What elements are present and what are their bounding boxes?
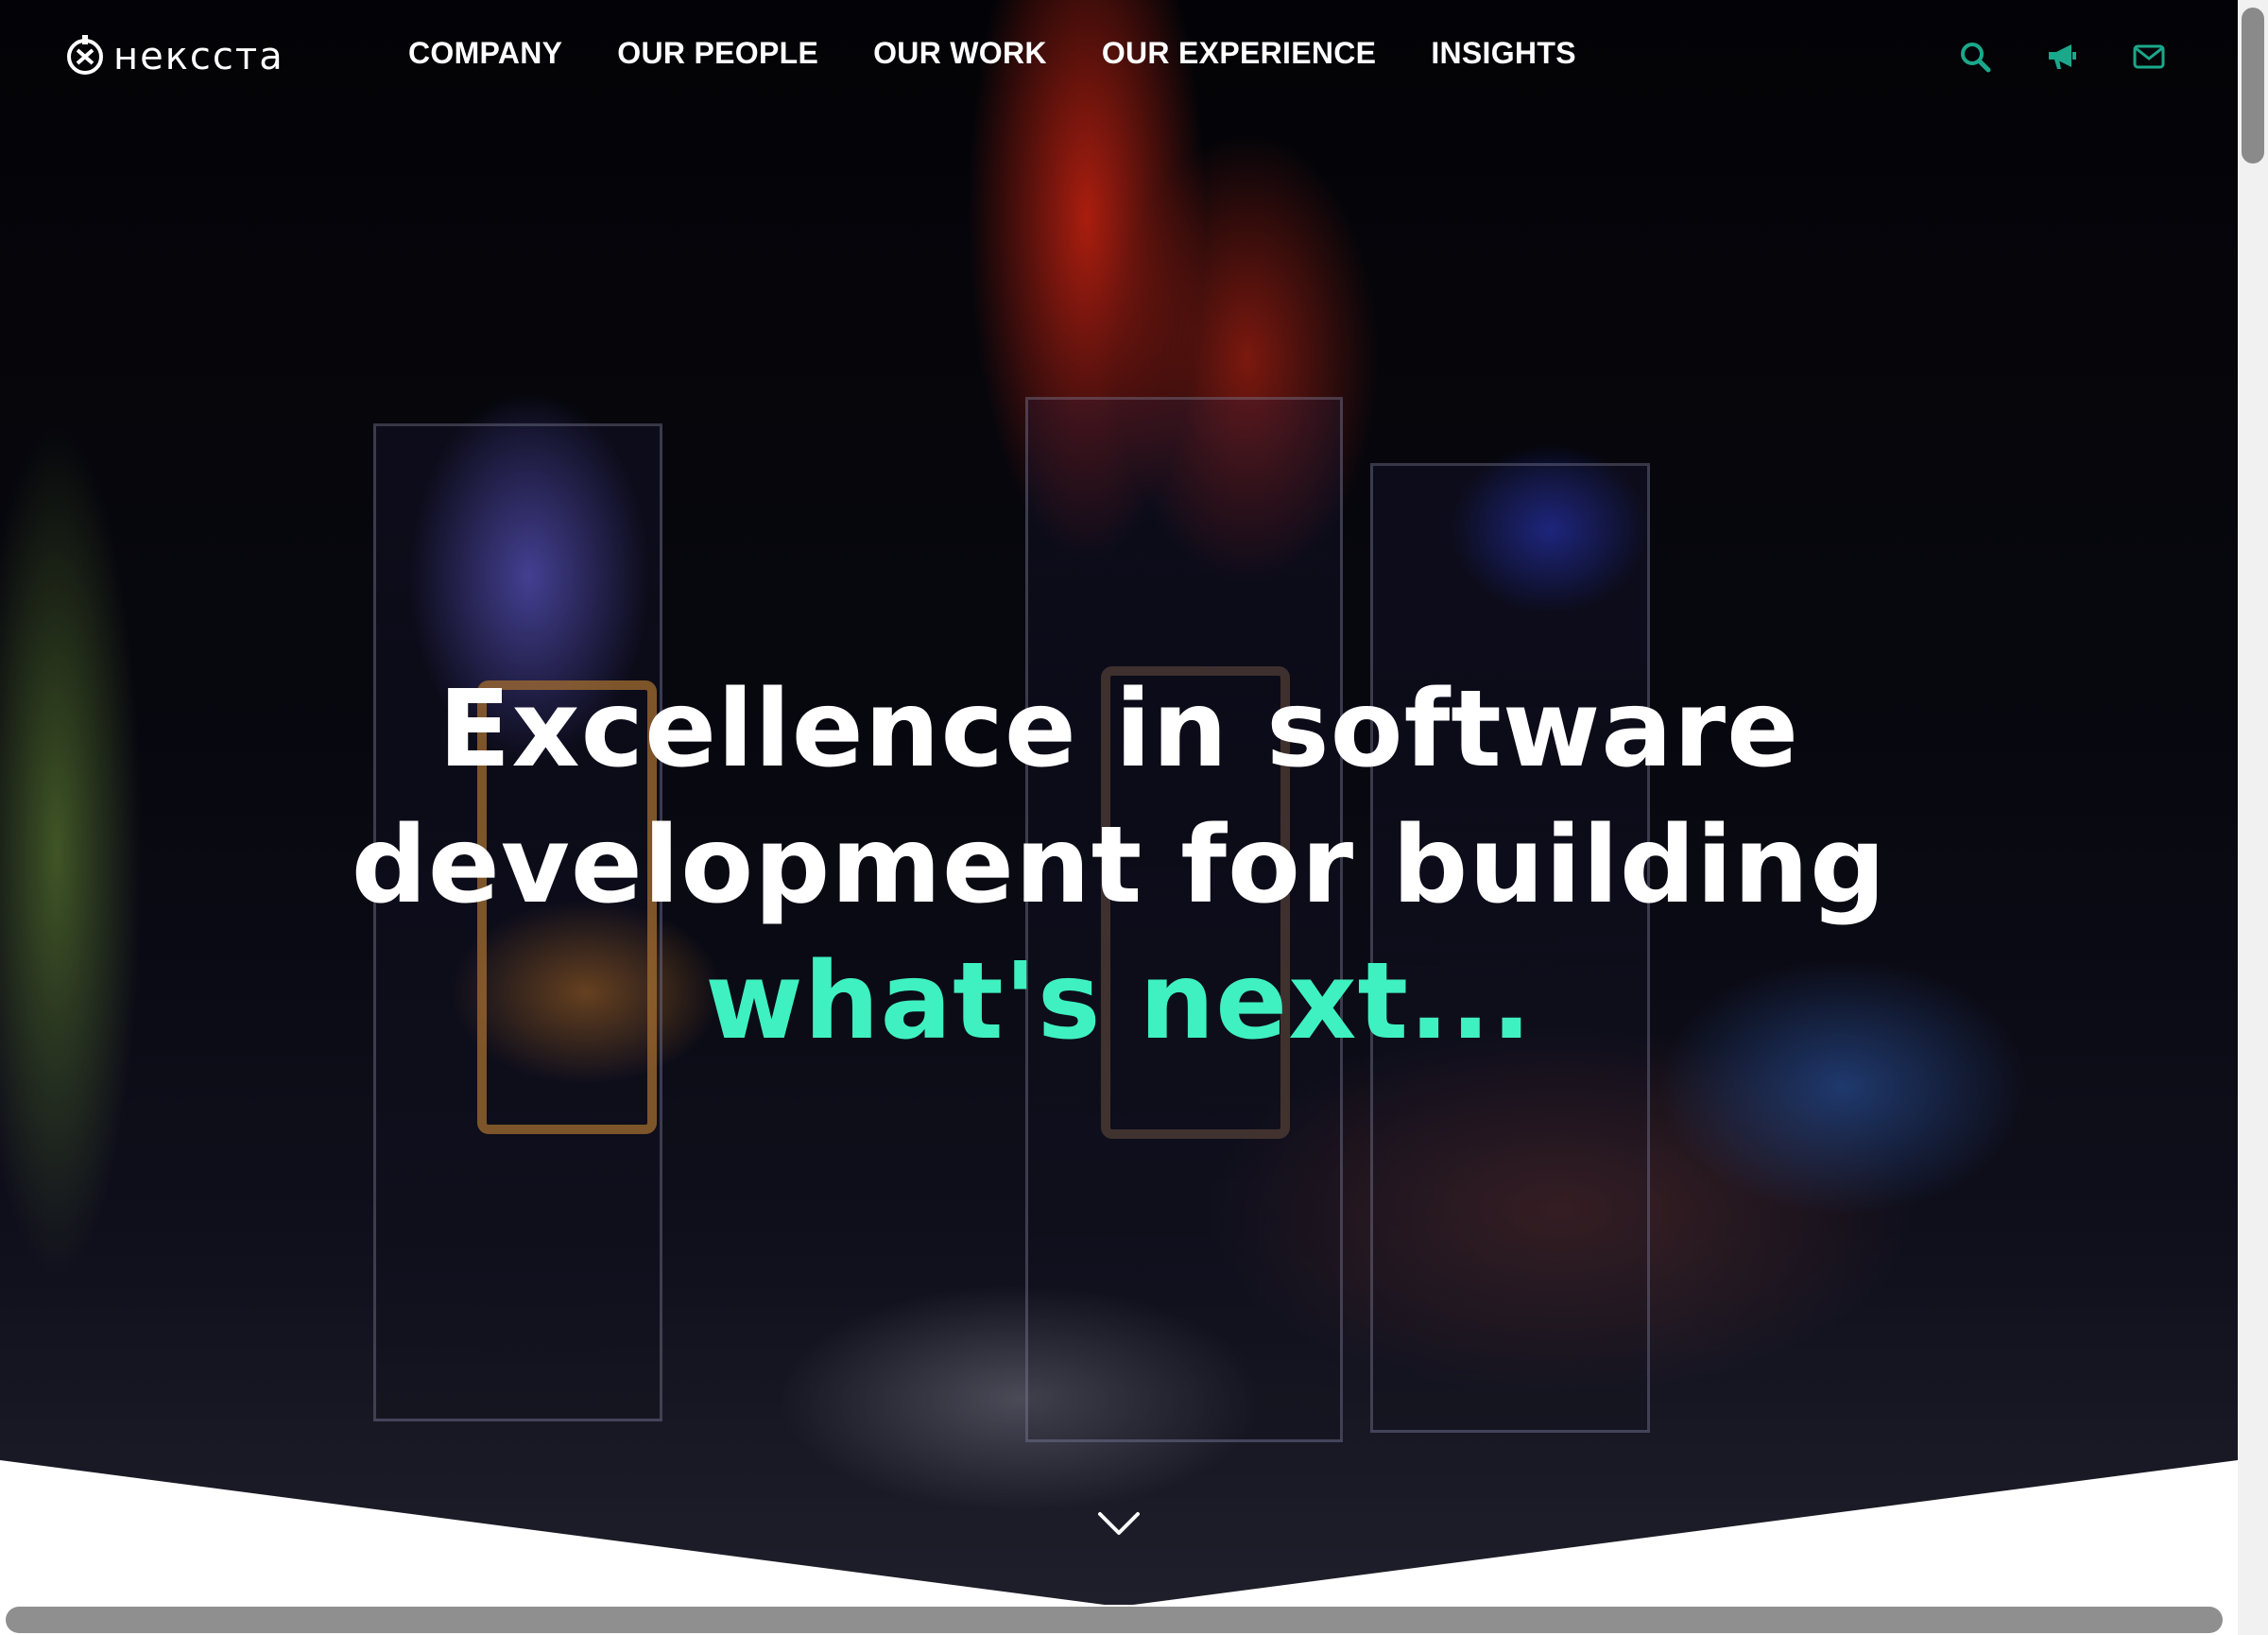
nav-item-our-work[interactable]: OUR WORK bbox=[873, 36, 1047, 71]
vertical-scrollbar-track[interactable] bbox=[2238, 0, 2268, 1635]
hero-headline: Excellence in software development for b… bbox=[221, 662, 2017, 1070]
megaphone-icon[interactable] bbox=[2045, 40, 2079, 74]
site-header: нексста COMPANY OUR PEOPLE OUR WORK OUR … bbox=[0, 0, 2238, 118]
hero-headline-line-2: development for building bbox=[351, 804, 1887, 927]
page: нексста COMPANY OUR PEOPLE OUR WORK OUR … bbox=[0, 0, 2268, 1635]
vertical-scrollbar-thumb[interactable] bbox=[2242, 8, 2264, 164]
search-icon[interactable] bbox=[1958, 40, 1992, 74]
hero-headline-accent: what's next... bbox=[705, 940, 1533, 1063]
horizontal-scrollbar-thumb[interactable] bbox=[6, 1607, 2223, 1633]
main-nav: COMPANY OUR PEOPLE OUR WORK OUR EXPERIEN… bbox=[408, 36, 1631, 71]
nav-item-company[interactable]: COMPANY bbox=[408, 36, 562, 71]
envelope-icon[interactable] bbox=[2132, 40, 2166, 74]
nav-item-our-experience[interactable]: OUR EXPERIENCE bbox=[1102, 36, 1376, 71]
logo-text: нексста bbox=[113, 35, 284, 78]
hero-headline-line-1: Excellence in software bbox=[438, 668, 1800, 791]
chevron-down-icon[interactable] bbox=[1096, 1510, 1142, 1539]
site-logo[interactable]: нексста bbox=[66, 28, 284, 85]
nav-item-insights[interactable]: INSIGHTS bbox=[1431, 36, 1576, 71]
header-actions bbox=[1958, 40, 2166, 74]
logo-mark-icon bbox=[67, 35, 103, 75]
nav-item-our-people[interactable]: OUR PEOPLE bbox=[617, 36, 818, 71]
